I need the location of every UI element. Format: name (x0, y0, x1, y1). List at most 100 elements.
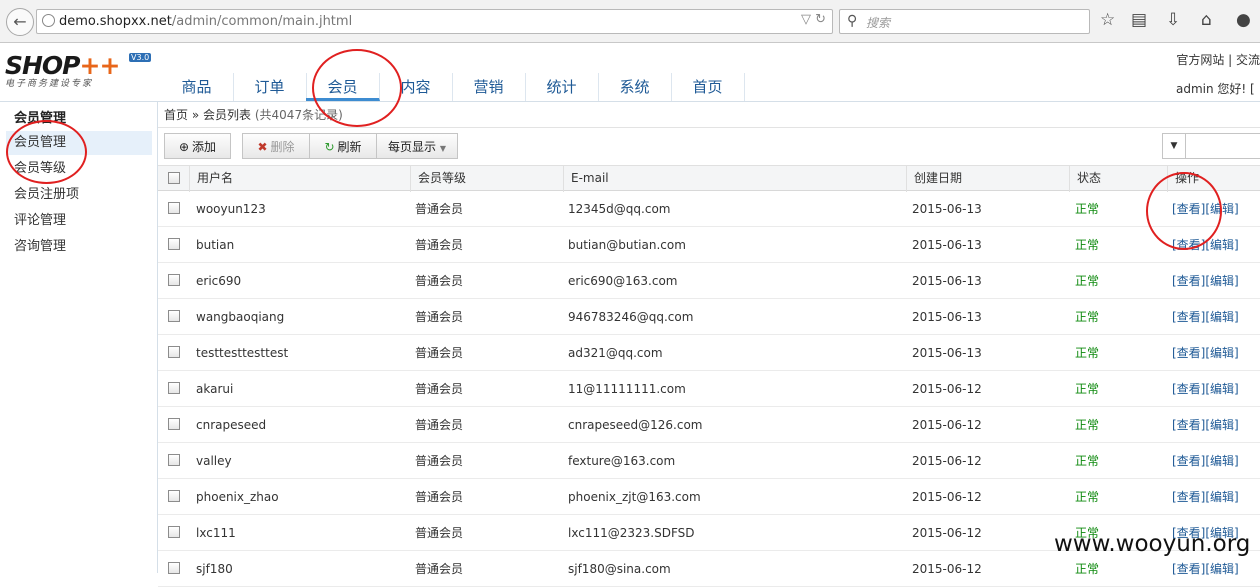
refresh-button[interactable]: ↻ 刷新 (309, 133, 377, 159)
sidebar-item-consultations[interactable]: 咨询管理 (6, 235, 152, 259)
dropdown-arrow-icon: ▼ (439, 144, 446, 153)
cell-actions: [查看][编辑] (1172, 227, 1260, 263)
page-size-dropdown[interactable]: 每页显示 ▼ (376, 133, 458, 159)
view-link[interactable]: [查看] (1172, 202, 1205, 216)
row-checkbox[interactable] (168, 454, 180, 466)
select-all-checkbox[interactable] (168, 172, 180, 184)
cell-level: 普通会员 (415, 454, 464, 468)
reload-icon[interactable]: ▽ ↻ (801, 12, 826, 27)
delete-button[interactable]: ✖ 删除 (242, 133, 310, 159)
breadcrumb-current: 会员列表 (203, 108, 252, 122)
column-email[interactable]: E-mail (563, 166, 906, 192)
home-icon[interactable]: ⌂ (1201, 10, 1212, 30)
nav-item-system[interactable]: 系统 (598, 73, 672, 101)
edit-link[interactable]: [编辑] (1205, 418, 1238, 432)
row-checkbox[interactable] (168, 490, 180, 502)
view-link[interactable]: [查看] (1172, 418, 1205, 432)
cell-level: 普通会员 (415, 238, 464, 252)
list-search-input[interactable] (1185, 133, 1260, 159)
view-link[interactable]: [查看] (1172, 562, 1205, 576)
breadcrumb-separator: » (191, 108, 200, 122)
column-username[interactable]: 用户名 (189, 166, 410, 192)
edit-link[interactable]: [编辑] (1205, 238, 1238, 252)
cell-email: fexture@163.com (568, 454, 676, 468)
chat-icon[interactable]: ● (1236, 10, 1251, 30)
cell-status: 正常 (1075, 346, 1100, 360)
cell-status: 正常 (1075, 382, 1100, 396)
download-icon[interactable]: ⇩ (1166, 10, 1180, 30)
edit-link[interactable]: [编辑] (1205, 310, 1238, 324)
row-checkbox[interactable] (168, 238, 180, 250)
edit-link[interactable]: [编辑] (1205, 274, 1238, 288)
column-level[interactable]: 会员等级 (410, 166, 563, 192)
reading-list-icon[interactable]: ▤ (1131, 10, 1147, 30)
nav-item-statistics[interactable]: 统计 (525, 73, 599, 101)
nav-item-marketing[interactable]: 营销 (452, 73, 526, 101)
view-link[interactable]: [查看] (1172, 274, 1205, 288)
row-checkbox[interactable] (168, 274, 180, 286)
sidebar-item-member-management[interactable]: 会员管理 (6, 131, 152, 155)
cell-actions: [查看][编辑] (1172, 335, 1260, 371)
row-checkbox[interactable] (168, 418, 180, 430)
header-links[interactable]: 官方网站 | 交流 (1176, 51, 1260, 68)
edit-link[interactable]: [编辑] (1205, 454, 1238, 468)
view-link[interactable]: [查看] (1172, 382, 1205, 396)
nav-item-content[interactable]: 内容 (379, 73, 453, 101)
sidebar: 会员管理 会员管理 会员等级 会员注册项 评论管理 咨询管理 (0, 102, 158, 573)
row-checkbox[interactable] (168, 562, 180, 574)
cell-created-date: 2015-06-13 (912, 238, 982, 252)
view-link[interactable]: [查看] (1172, 346, 1205, 360)
list-toolbar: ⊕ 添加 ✖ 删除 ↻ 刷新 每页显示 ▼ ▼ (158, 129, 1260, 164)
cell-email: 946783246@qq.com (568, 310, 694, 324)
back-arrow-icon[interactable]: ← (6, 8, 34, 36)
table-row: butian 普通会员 butian@butian.com 2015-06-13 正常 [… (158, 227, 1260, 263)
nav-item-members[interactable]: 会员 (306, 73, 380, 101)
cell-username: wooyun123 (196, 202, 266, 216)
cell-created-date: 2015-06-12 (912, 454, 982, 468)
row-checkbox[interactable] (168, 202, 180, 214)
cell-status: 正常 (1075, 202, 1100, 216)
cell-level: 普通会员 (415, 346, 464, 360)
nav-item-home[interactable]: 首页 (671, 73, 745, 101)
search-field-select[interactable]: ▼ (1162, 133, 1186, 159)
column-status[interactable]: 状态 (1069, 166, 1167, 192)
view-link[interactable]: [查看] (1172, 238, 1205, 252)
cell-email: 11@11111111.com (568, 382, 686, 396)
add-button[interactable]: ⊕ 添加 (164, 133, 231, 159)
cell-email: phoenix_zjt@163.com (568, 490, 701, 504)
cell-created-date: 2015-06-12 (912, 382, 982, 396)
sidebar-title: 会员管理 (14, 111, 67, 126)
row-checkbox[interactable] (168, 310, 180, 322)
view-link[interactable]: [查看] (1172, 310, 1205, 324)
edit-link[interactable]: [编辑] (1205, 382, 1238, 396)
cell-actions: [查看][编辑] (1172, 263, 1260, 299)
nav-item-products[interactable]: 商品 (160, 73, 234, 101)
edit-link[interactable]: [编辑] (1205, 202, 1238, 216)
sidebar-item-registration-fields[interactable]: 会员注册项 (6, 183, 152, 207)
cell-level: 普通会员 (415, 526, 464, 540)
view-link[interactable]: [查看] (1172, 490, 1205, 504)
column-created-date[interactable]: 创建日期 (906, 166, 1069, 192)
refresh-icon: ↻ (324, 140, 335, 154)
browser-toolbar: ← demo.shopxx.net/admin/common/main.jhtm… (0, 0, 1260, 43)
nav-item-orders[interactable]: 订单 (233, 73, 307, 101)
cell-level: 普通会员 (415, 202, 464, 216)
cell-created-date: 2015-06-13 (912, 310, 982, 324)
edit-link[interactable]: [编辑] (1205, 562, 1238, 576)
view-link[interactable]: [查看] (1172, 454, 1205, 468)
address-bar[interactable]: demo.shopxx.net/admin/common/main.jhtml … (36, 9, 833, 34)
edit-link[interactable]: [编辑] (1205, 490, 1238, 504)
breadcrumb-home[interactable]: 首页 (164, 108, 188, 122)
browser-search-input[interactable]: ⚲ 搜索 (839, 9, 1090, 34)
cell-email: eric690@163.com (568, 274, 678, 288)
cell-status: 正常 (1075, 310, 1100, 324)
sidebar-item-member-rank[interactable]: 会员等级 (6, 157, 152, 181)
edit-link[interactable]: [编辑] (1205, 346, 1238, 360)
row-checkbox[interactable] (168, 526, 180, 538)
cell-level: 普通会员 (415, 490, 464, 504)
row-checkbox[interactable] (168, 346, 180, 358)
globe-icon (42, 14, 55, 27)
bookmark-star-icon[interactable]: ☆ (1100, 10, 1115, 30)
row-checkbox[interactable] (168, 382, 180, 394)
sidebar-item-reviews[interactable]: 评论管理 (6, 209, 152, 233)
